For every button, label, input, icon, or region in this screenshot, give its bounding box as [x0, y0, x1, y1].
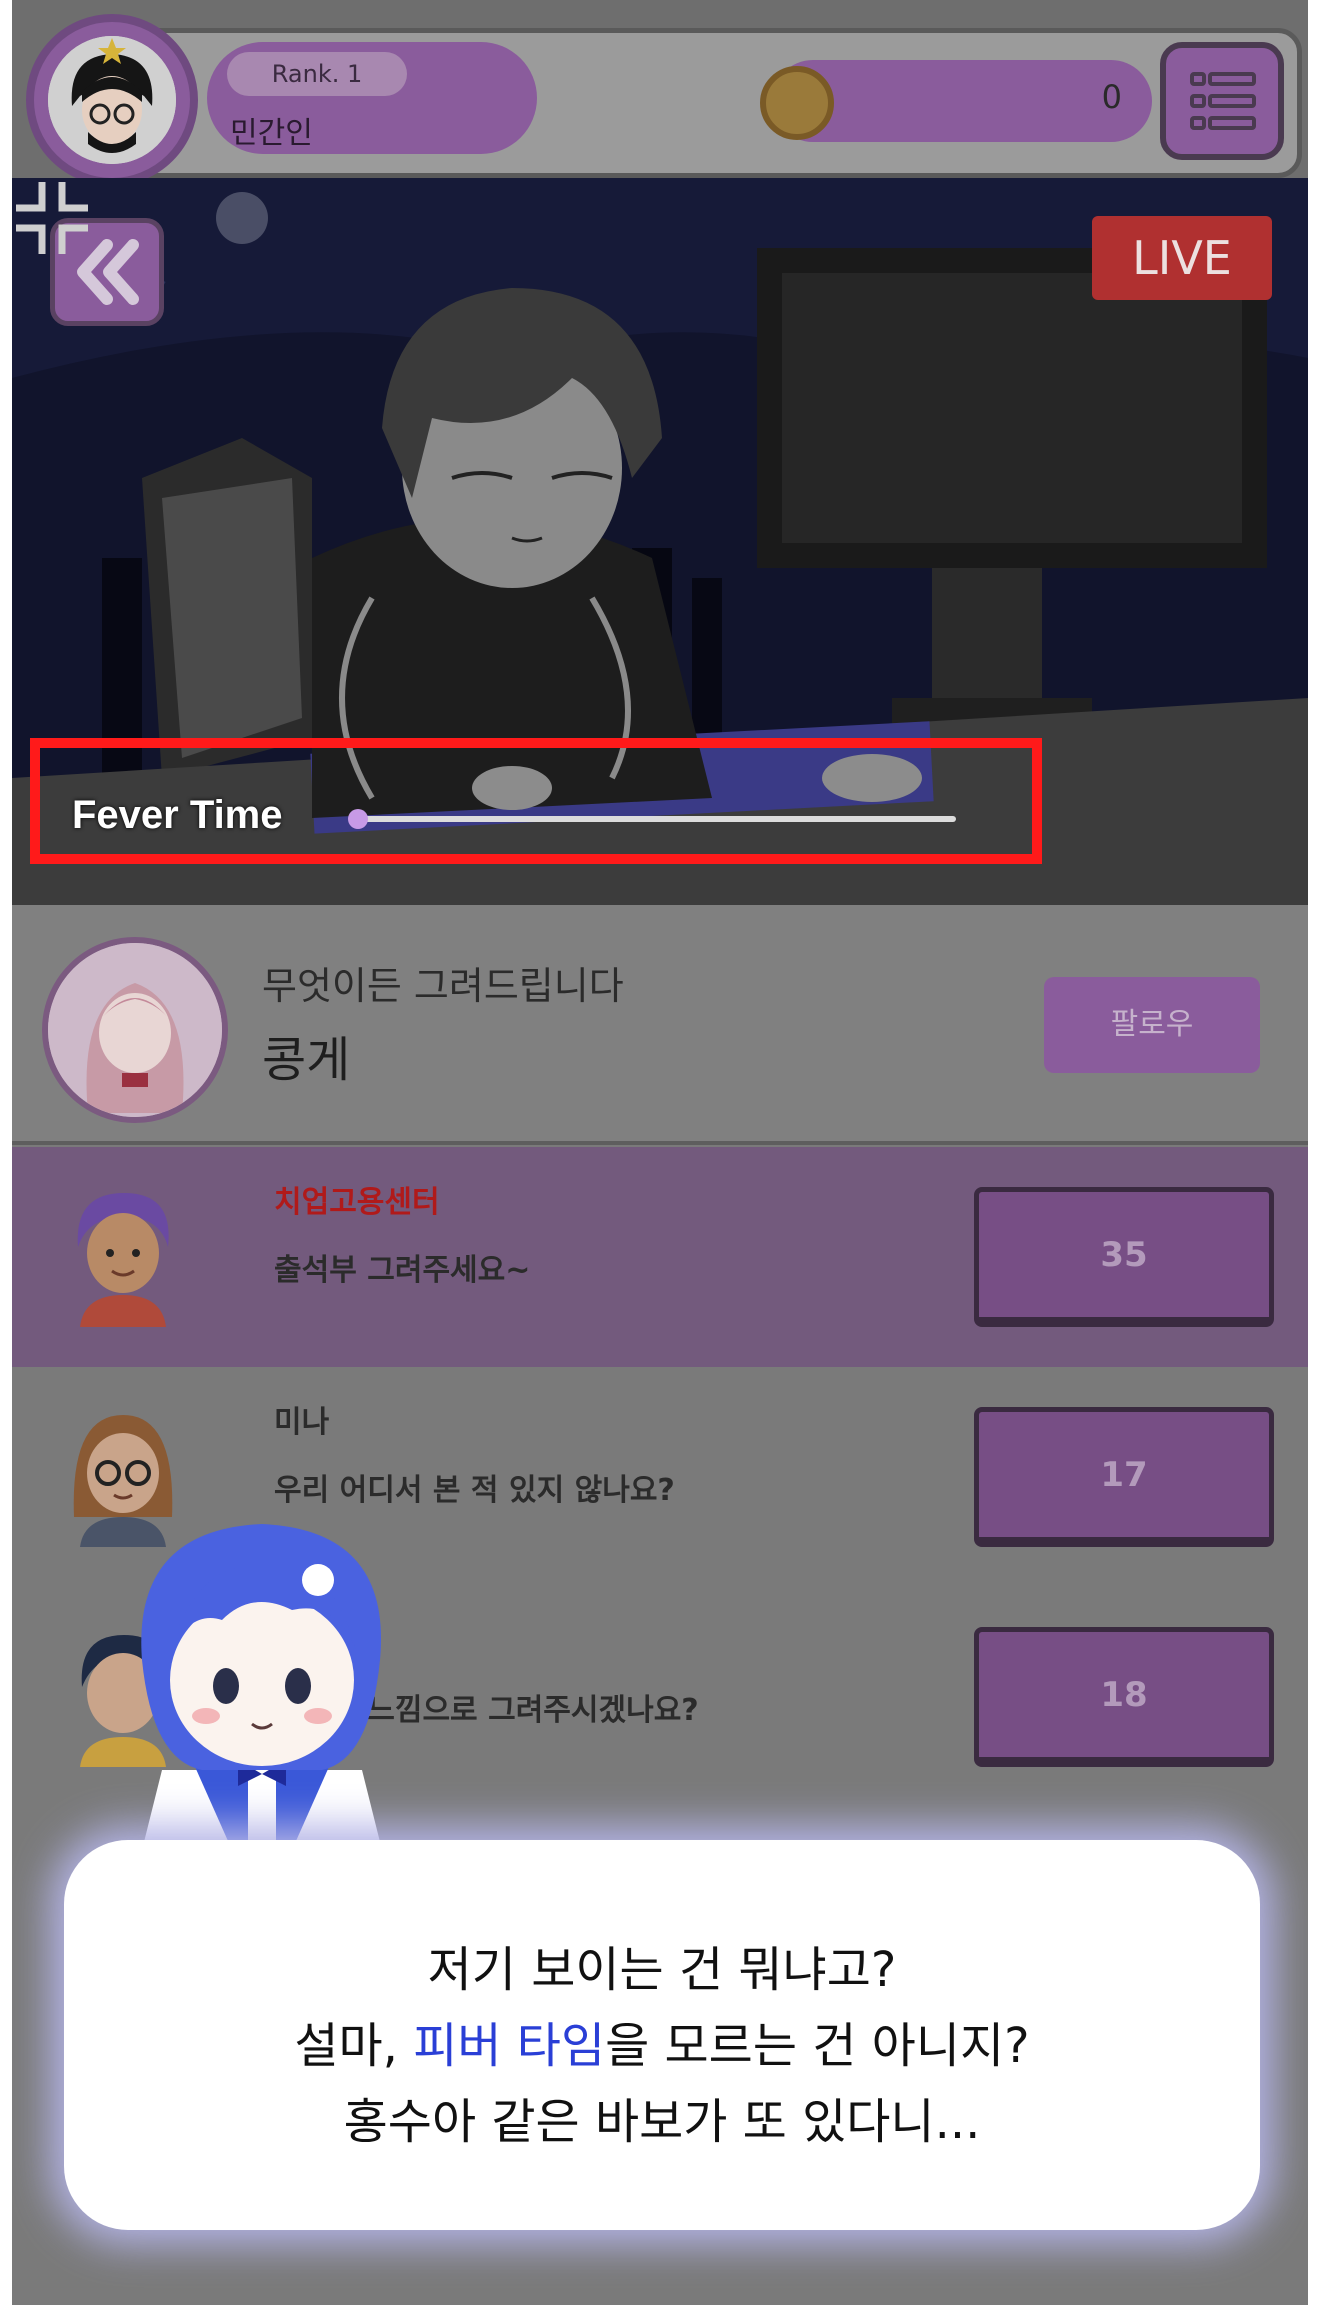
dialog-box[interactable]: 저기 보이는 건 뭐냐고? 설마, 피버 타임을 모르는 건 아니지? 홍수아 …	[64, 1840, 1260, 2230]
top-status-bar: Rank. 1 민간인 0	[12, 0, 1308, 186]
streamer-info: 무엇이든 그려드립니다 콩게 팔로우	[12, 905, 1308, 1145]
dialog-line-2: 설마, 피버 타임을 모르는 건 아니지?	[64, 2006, 1260, 2076]
requester-name: 치업고용센터	[274, 1185, 440, 1220]
streamer-avatar[interactable]	[42, 937, 228, 1123]
player-avatar-image	[48, 36, 176, 164]
coin-count: 0	[1101, 78, 1122, 116]
request-price-button[interactable]: 18	[974, 1627, 1274, 1767]
guide-character	[141, 1524, 382, 1850]
user-name: 민간인	[230, 116, 313, 151]
request-price-button[interactable]: 17	[974, 1407, 1274, 1547]
player-avatar[interactable]	[26, 14, 198, 186]
request-price-button[interactable]: 35	[974, 1187, 1274, 1327]
game-screen: Rank. 1 민간인 0 LIVE Fever Time 무엇이든 그려드립니…	[12, 0, 1308, 2305]
collapse-arrows-icon[interactable]	[12, 178, 92, 258]
follow-button[interactable]: 팔로우	[1044, 977, 1260, 1073]
request-message: 출석부 그려주세요~	[274, 1253, 531, 1288]
dialog-line-1: 저기 보이는 건 뭐냐고?	[427, 1942, 897, 1998]
request-item: 치업고용센터 출석부 그려주세요~ 35	[12, 1147, 1308, 1367]
requester-avatar	[77, 1193, 169, 1327]
streamer-description: 무엇이든 그려드립니다	[262, 964, 624, 1008]
fever-time-label: Fever Time	[72, 793, 283, 837]
list-menu-icon	[1190, 72, 1256, 130]
fever-progress-bar	[356, 816, 956, 822]
dialog-line-3: 홍수아 같은 바보가 또 있다니...	[343, 2094, 981, 2150]
dialog-line-2-after: 을 모르는 건 아니지?	[605, 2018, 1030, 2074]
dialog-highlight-fever-time: 피버 타임	[413, 2018, 606, 2074]
dialog-line-2-before: 설마,	[294, 2018, 414, 2074]
live-badge: LIVE	[1092, 216, 1272, 300]
menu-button[interactable]	[1160, 42, 1284, 160]
streamer-name: 콩게	[262, 1032, 351, 1088]
coin-icon	[760, 66, 834, 140]
requester-name: 미나	[274, 1405, 330, 1440]
rank-label: Rank. 1	[227, 52, 407, 96]
fever-progress-knob	[348, 809, 368, 829]
request-message: 우리 어디서 본 적 있지 않나요?	[274, 1473, 675, 1508]
